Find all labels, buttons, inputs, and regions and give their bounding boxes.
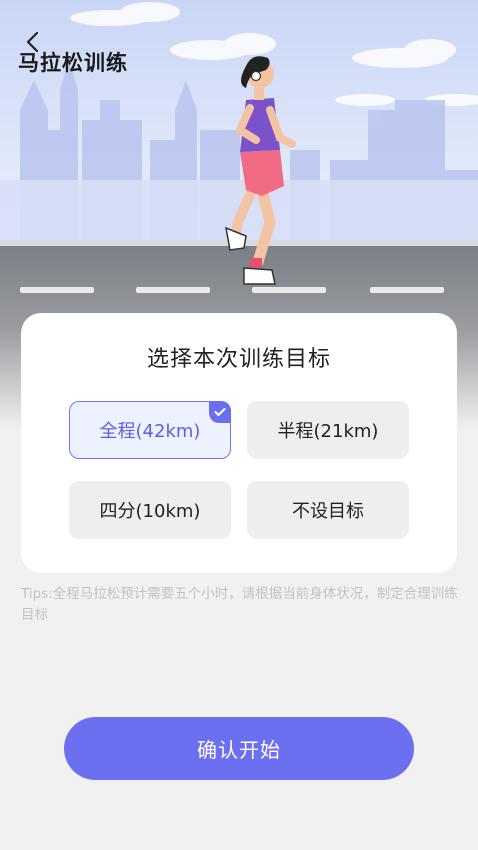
option-label: 半程(21km) xyxy=(277,421,379,442)
tips-text: Tips:全程马拉松预计需要五个小时，请根据当前身体状况，制定合理训练目标 xyxy=(21,586,458,623)
check-icon xyxy=(209,401,231,423)
goal-selection-card: 选择本次训练目标 全程(42km) 半程(21km) 四分(10km) 不设目标 xyxy=(21,313,457,573)
page-title: 马拉松训练 xyxy=(18,51,128,75)
option-label: 四分(10km) xyxy=(99,501,201,522)
option-label: 不设目标 xyxy=(292,501,364,522)
card-title: 选择本次训练目标 xyxy=(146,347,331,372)
option-half-marathon[interactable]: 半程(21km) xyxy=(247,401,409,459)
confirm-start-button[interactable]: 确认开始 xyxy=(64,717,414,780)
option-10km[interactable]: 四分(10km) xyxy=(69,481,231,539)
option-label: 全程(42km) xyxy=(99,421,201,442)
option-full-marathon[interactable]: 全程(42km) xyxy=(69,401,231,459)
option-no-goal[interactable]: 不设目标 xyxy=(247,481,409,539)
